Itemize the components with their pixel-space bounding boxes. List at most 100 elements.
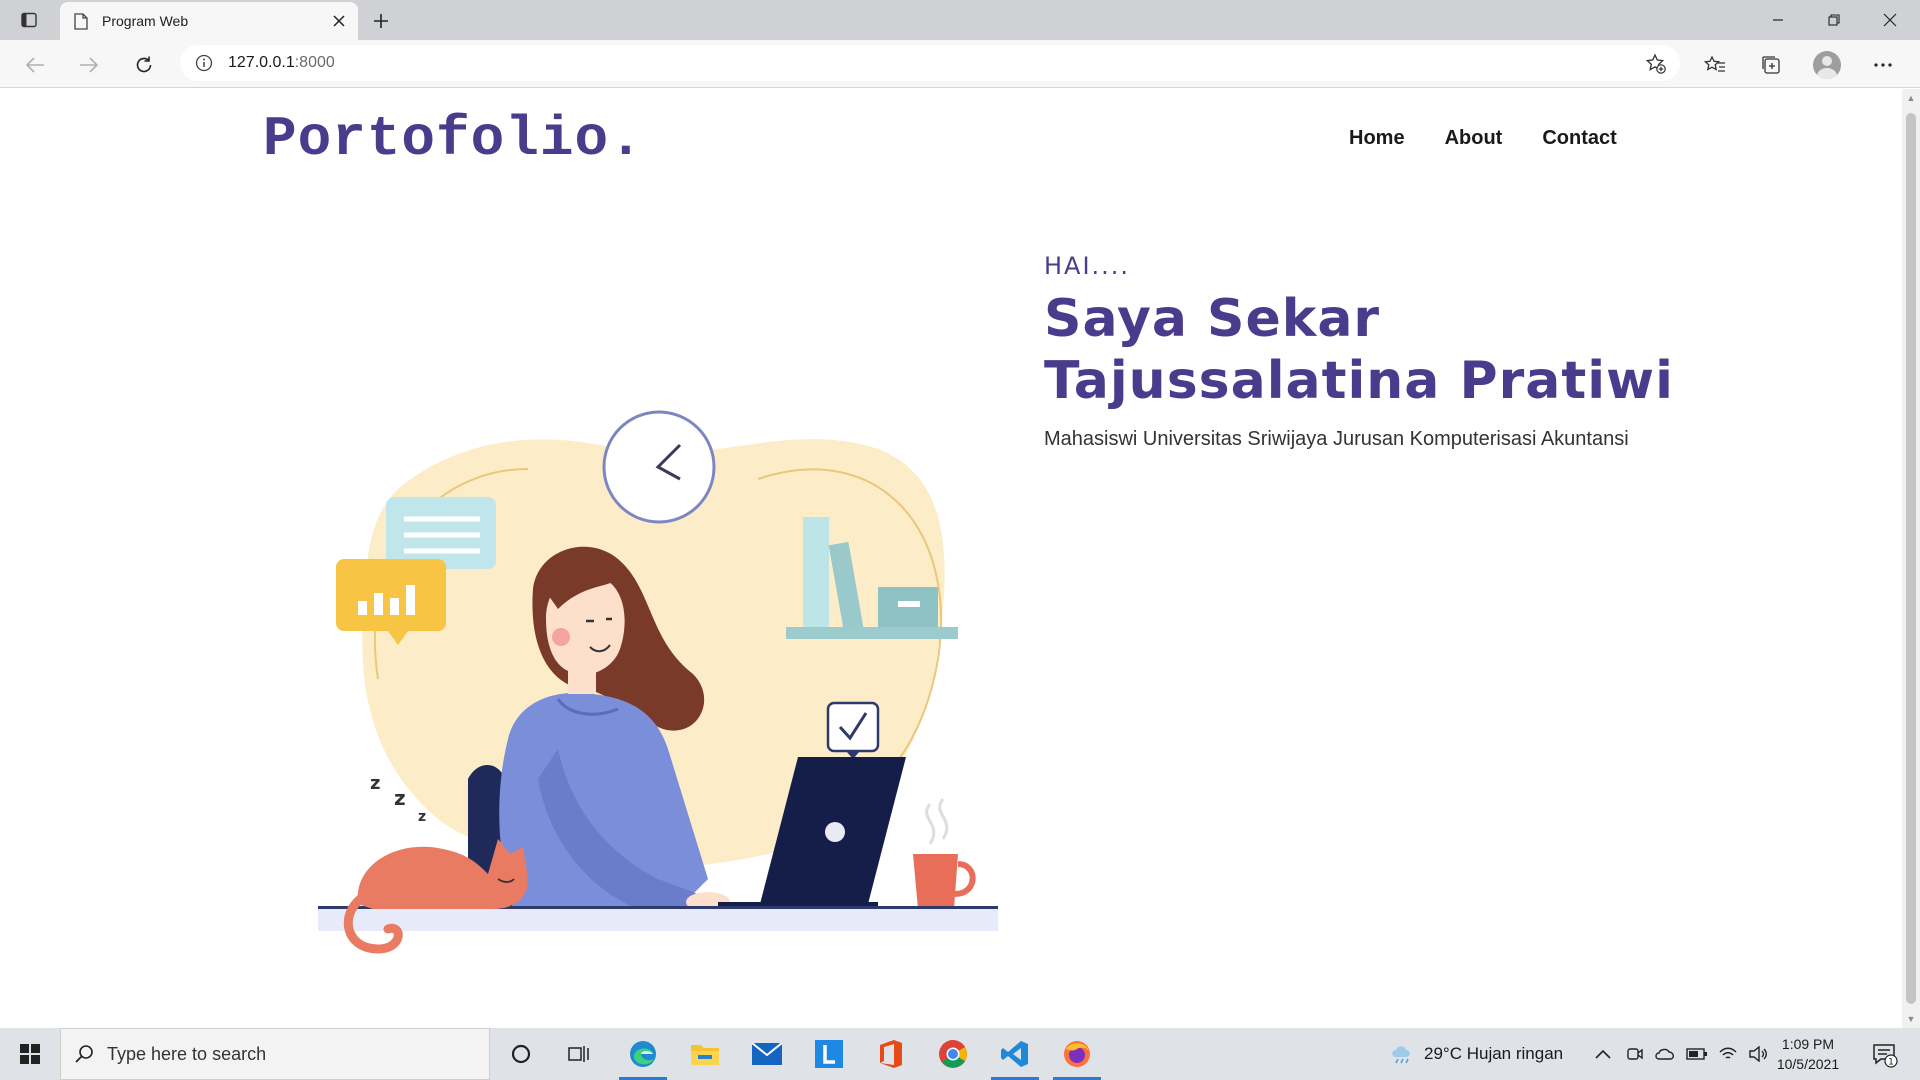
hero-description: Mahasiswi Universitas Sriwijaya Jurusan …: [1044, 428, 1629, 450]
taskbar-file-explorer[interactable]: [676, 1028, 734, 1080]
tab-actions-button[interactable]: [14, 8, 44, 32]
page-icon: [74, 12, 88, 30]
close-icon: [333, 15, 345, 27]
collections-icon: [1762, 56, 1780, 74]
scroll-thumb[interactable]: [1906, 113, 1916, 1004]
page-scrollbar[interactable]: ▲ ▼: [1902, 89, 1920, 1028]
hero-name-line1: Saya Sekar: [1044, 289, 1381, 349]
taskbar-edge[interactable]: [614, 1028, 672, 1080]
system-tray: [1594, 1028, 1768, 1080]
svg-text:z: z: [394, 786, 406, 810]
taskbar-chrome[interactable]: [924, 1028, 982, 1080]
url-text: 127.0.0.1:8000: [228, 54, 335, 72]
settings-more-button[interactable]: [1866, 48, 1900, 82]
nav-link-contact[interactable]: Contact: [1542, 127, 1616, 150]
url-host: 127.0.0.1: [228, 54, 295, 71]
office-icon: [880, 1040, 902, 1068]
refresh-button[interactable]: [127, 48, 161, 82]
close-window-icon: [1883, 13, 1897, 27]
taskbar-office[interactable]: [862, 1028, 920, 1080]
star-add-icon: [1645, 53, 1666, 74]
page-viewport: Portofolio. Home About Contact z z z HAI…: [0, 89, 1902, 1028]
cortana-icon: [511, 1044, 531, 1064]
url-port: :8000: [294, 54, 335, 71]
sleeping-cat: [357, 839, 528, 909]
hero-section: HAI.... Saya Sekar Tajussalatina Pratiwi…: [1044, 252, 1674, 451]
taskbar-vscode[interactable]: [986, 1028, 1044, 1080]
forward-arrow-icon: [80, 57, 99, 73]
windows-logo-icon: [20, 1044, 40, 1064]
favorites-icon: [1704, 55, 1725, 72]
start-button[interactable]: [0, 1028, 60, 1080]
more-dots-icon: [1874, 63, 1892, 67]
taskbar-search-box[interactable]: Type here to search: [60, 1028, 490, 1080]
browser-tab[interactable]: Program Web: [60, 2, 358, 40]
shelf: [786, 627, 958, 639]
restore-icon: [1828, 14, 1840, 26]
cortana-button[interactable]: [492, 1028, 550, 1080]
tab-close-button[interactable]: [324, 6, 354, 36]
plus-icon: [374, 14, 388, 28]
site-info-icon[interactable]: [180, 54, 228, 72]
clock-time: 1:09 PM: [1781, 1036, 1835, 1052]
nav-link-home[interactable]: Home: [1349, 127, 1405, 150]
svg-text:z: z: [418, 809, 426, 825]
minimize-button[interactable]: [1750, 0, 1806, 40]
shelf-box: [878, 587, 938, 629]
folder-icon: [691, 1045, 719, 1065]
browser-toolbar: 127.0.0.1:8000: [0, 40, 1920, 88]
hero-illustration: z z z: [318, 410, 998, 954]
chevron-up-icon[interactable]: [1594, 1048, 1612, 1060]
nav-link-about[interactable]: About: [1445, 127, 1503, 150]
hero-name-line2: Tajussalatina Pratiwi: [1044, 351, 1674, 411]
browser-tab-bar: Program Web: [0, 0, 1920, 40]
taskbar-firefox[interactable]: [1048, 1028, 1106, 1080]
search-icon: [61, 1044, 107, 1064]
check-bubble: [826, 701, 880, 753]
forward-button[interactable]: [72, 48, 106, 82]
weather-widget[interactable]: 29°C Hujan ringan: [1390, 1028, 1563, 1080]
profile-button[interactable]: [1810, 48, 1844, 82]
task-view-icon: [568, 1046, 589, 1062]
windows-taskbar: Type here to search 29°C Hujan ringan 1:…: [0, 1028, 1920, 1080]
shelf-book-tall: [803, 517, 829, 629]
hero-name: Saya Sekar Tajussalatina Pratiwi: [1044, 288, 1674, 412]
battery-icon[interactable]: [1686, 1047, 1708, 1061]
l-app-icon: [815, 1040, 843, 1068]
task-view-button[interactable]: [550, 1028, 608, 1080]
tab-title: Program Web: [102, 13, 189, 29]
close-window-button[interactable]: [1862, 0, 1918, 40]
chrome-icon: [939, 1040, 967, 1068]
refresh-icon: [136, 56, 152, 73]
taskbar-mail[interactable]: [738, 1028, 796, 1080]
scroll-down-icon[interactable]: ▼: [1906, 1014, 1916, 1024]
meet-now-icon[interactable]: [1626, 1045, 1644, 1063]
onedrive-icon[interactable]: [1654, 1046, 1676, 1062]
back-button[interactable]: [18, 48, 52, 82]
mail-icon: [752, 1043, 782, 1065]
collections-button[interactable]: [1754, 48, 1788, 82]
tab-actions-icon: [21, 12, 37, 28]
new-tab-button[interactable]: [366, 6, 396, 36]
chart-bubble: [336, 559, 446, 631]
back-arrow-icon: [25, 57, 44, 73]
coffee-mug: [913, 854, 958, 909]
notification-count: 1: [1888, 1058, 1894, 1068]
site-logo[interactable]: Portofolio.: [263, 107, 644, 171]
notification-icon: 1: [1873, 1044, 1898, 1068]
address-bar[interactable]: 127.0.0.1:8000: [180, 45, 1680, 81]
avatar: [1813, 51, 1841, 79]
clock-date: 10/5/2021: [1776, 1056, 1840, 1072]
wifi-icon[interactable]: [1718, 1046, 1738, 1062]
edge-icon: [630, 1041, 656, 1067]
search-placeholder: Type here to search: [107, 1043, 267, 1064]
taskbar-clock[interactable]: 1:09 PM 10/5/2021: [1760, 1034, 1856, 1074]
notification-center-button[interactable]: 1: [1868, 1038, 1902, 1072]
scroll-up-icon[interactable]: ▲: [1906, 93, 1916, 103]
taskbar-app-l[interactable]: [800, 1028, 858, 1080]
site-nav: Home About Contact: [1349, 127, 1617, 150]
vscode-icon: [1001, 1041, 1028, 1067]
add-favorite-button[interactable]: [1644, 52, 1668, 76]
favorites-button[interactable]: [1698, 48, 1732, 82]
restore-button[interactable]: [1806, 0, 1862, 40]
